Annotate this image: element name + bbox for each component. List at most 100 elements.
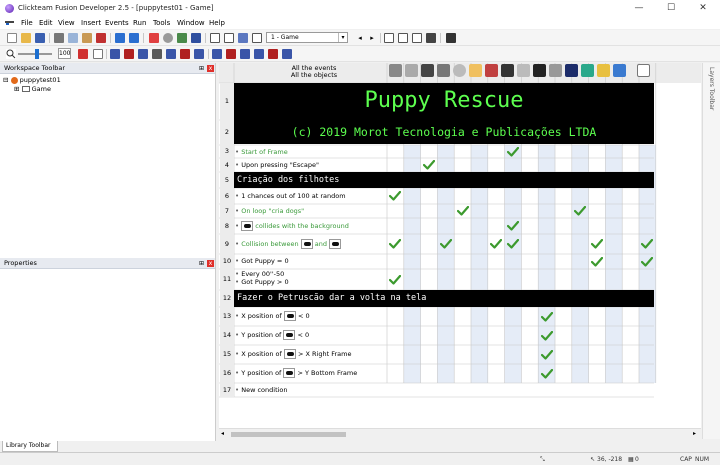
scrollbar-thumb[interactable]	[231, 432, 346, 437]
blue-object-icon[interactable]	[565, 64, 578, 77]
menu-help[interactable]: Help	[209, 19, 225, 27]
row-number[interactable]: 15	[220, 345, 234, 364]
chevron-down-icon[interactable]: ▾	[338, 33, 347, 42]
sort-icon[interactable]	[240, 49, 250, 59]
menu-window[interactable]: Window	[177, 19, 205, 27]
previous-frame-icon[interactable]: ◂	[355, 33, 365, 43]
align-left-icon[interactable]	[384, 33, 394, 43]
counter-icon[interactable]	[597, 64, 610, 77]
row-number[interactable]: 1	[220, 83, 234, 120]
row-number[interactable]: 17	[220, 383, 234, 397]
action-check-icon[interactable]	[389, 274, 402, 285]
action-check-icon[interactable]	[590, 238, 604, 249]
save-icon[interactable]	[35, 33, 45, 43]
menu-view[interactable]: View	[58, 19, 75, 27]
collapse-icon[interactable]: ⊟	[3, 76, 8, 84]
zoom-slider-thumb[interactable]	[35, 49, 39, 59]
zoom-icon[interactable]	[6, 49, 16, 59]
storyboard-controls-icon[interactable]	[421, 64, 434, 77]
horizontal-scrollbar[interactable]: ◂ ▸	[219, 428, 701, 439]
storyboard-editor-icon[interactable]	[210, 33, 220, 43]
close-button[interactable]: ✕	[688, 2, 718, 15]
filter-icon[interactable]	[254, 49, 264, 59]
action-check-icon[interactable]	[641, 238, 654, 249]
sound-icon[interactable]	[405, 64, 418, 77]
backdrop-icon[interactable]	[517, 64, 530, 77]
condition-y-less-zero[interactable]: • Y position of < 0	[235, 330, 385, 340]
maximize-button[interactable]: ☐	[656, 2, 686, 15]
cut-icon[interactable]	[54, 33, 64, 43]
picture-object-icon[interactable]	[613, 64, 626, 77]
action-check-icon[interactable]	[540, 330, 553, 341]
condition-icon[interactable]	[152, 49, 162, 59]
run-frame-icon[interactable]	[177, 33, 187, 43]
scroll-right-icon[interactable]: ▸	[693, 430, 696, 437]
condition-collides-background[interactable]: • collides with the background	[235, 221, 385, 231]
action-check-icon[interactable]	[439, 238, 452, 249]
frame-editor-icon[interactable]	[224, 33, 234, 43]
row-number[interactable]: 2	[220, 120, 234, 145]
line-object-icon[interactable]	[549, 64, 562, 77]
menu-file[interactable]: File	[21, 19, 33, 27]
next-frame-icon[interactable]: ▸	[367, 33, 377, 43]
zoom-input[interactable]: 100	[58, 48, 71, 59]
comment-section-wrap[interactable]: Fazer o Petruscão dar a volta na tela	[234, 290, 654, 307]
action-check-icon[interactable]	[490, 238, 503, 249]
condition-got-puppy-zero[interactable]: • Got Puppy = 0	[235, 257, 385, 265]
action-check-icon[interactable]	[590, 256, 604, 267]
action-check-icon[interactable]	[540, 349, 553, 360]
string-object-icon[interactable]	[637, 64, 650, 77]
align-bottom-icon[interactable]	[426, 33, 436, 43]
row-number[interactable]: 14	[220, 326, 234, 345]
align-right-icon[interactable]	[412, 33, 422, 43]
row-number[interactable]: 9	[220, 234, 234, 254]
options-icon[interactable]	[282, 49, 292, 59]
undo-icon[interactable]	[115, 33, 125, 43]
condition-on-loop[interactable]: • On loop "cria dogs"	[235, 207, 385, 215]
action-check-icon[interactable]	[456, 205, 469, 216]
layers-toolbar-label[interactable]: Layers Toolbar	[708, 67, 715, 110]
action-check-icon[interactable]	[506, 146, 520, 157]
event-icon[interactable]	[78, 49, 88, 59]
condition-x-less-zero[interactable]: • X position of < 0	[235, 311, 385, 321]
event-editor-icon[interactable]	[238, 33, 248, 43]
library-toolbar-tab[interactable]: Library Toolbar	[2, 441, 58, 452]
menu-run[interactable]: Run	[133, 19, 146, 27]
create-objects-icon[interactable]	[437, 64, 450, 77]
action-check-icon[interactable]	[422, 159, 436, 170]
dog-object-icon[interactable]	[501, 64, 514, 77]
open-folder-icon[interactable]	[21, 33, 31, 43]
stop-icon[interactable]	[163, 33, 173, 43]
scroll-left-icon[interactable]: ◂	[221, 430, 224, 437]
group-icon[interactable]	[138, 49, 148, 59]
copy-icon[interactable]	[68, 33, 78, 43]
pin-icon[interactable]: ⊞	[198, 65, 205, 72]
diamond-icon[interactable]	[581, 64, 594, 77]
comment-title[interactable]: Puppy Rescue	[234, 83, 654, 120]
row-number[interactable]: 7	[220, 204, 234, 218]
condition-x-right-frame[interactable]: • X position of > X Right Frame	[235, 349, 385, 359]
bookmark-icon[interactable]	[194, 49, 204, 59]
action-check-icon[interactable]	[506, 238, 520, 249]
row-number[interactable]: 5	[220, 172, 234, 188]
row-number[interactable]: 13	[220, 307, 234, 326]
system-menu-icon[interactable]	[5, 20, 14, 26]
action-check-icon[interactable]	[389, 190, 402, 201]
close-icon[interactable]: x	[207, 260, 214, 267]
condition-escape[interactable]: • Upon pressing "Escape"	[235, 161, 385, 169]
row-number[interactable]: 10	[220, 254, 234, 269]
condition-random[interactable]: • 1 chances out of 100 at random	[235, 192, 385, 200]
event-list-editor-icon[interactable]	[252, 33, 262, 43]
action-check-icon[interactable]	[574, 205, 587, 216]
close-icon[interactable]: x	[207, 65, 214, 72]
run-application-icon[interactable]	[149, 33, 159, 43]
new-condition[interactable]: • New condition	[235, 386, 385, 394]
new-file-icon[interactable]	[7, 33, 17, 43]
condition-every[interactable]: • Every 00''-50	[235, 270, 385, 278]
row-number[interactable]: 3	[220, 145, 234, 158]
delete-icon[interactable]	[96, 33, 106, 43]
player-icon[interactable]	[485, 64, 498, 77]
puppy-object-icon[interactable]	[533, 64, 546, 77]
toggle-comments-icon[interactable]	[110, 49, 120, 59]
row-number[interactable]: 6	[220, 188, 234, 204]
